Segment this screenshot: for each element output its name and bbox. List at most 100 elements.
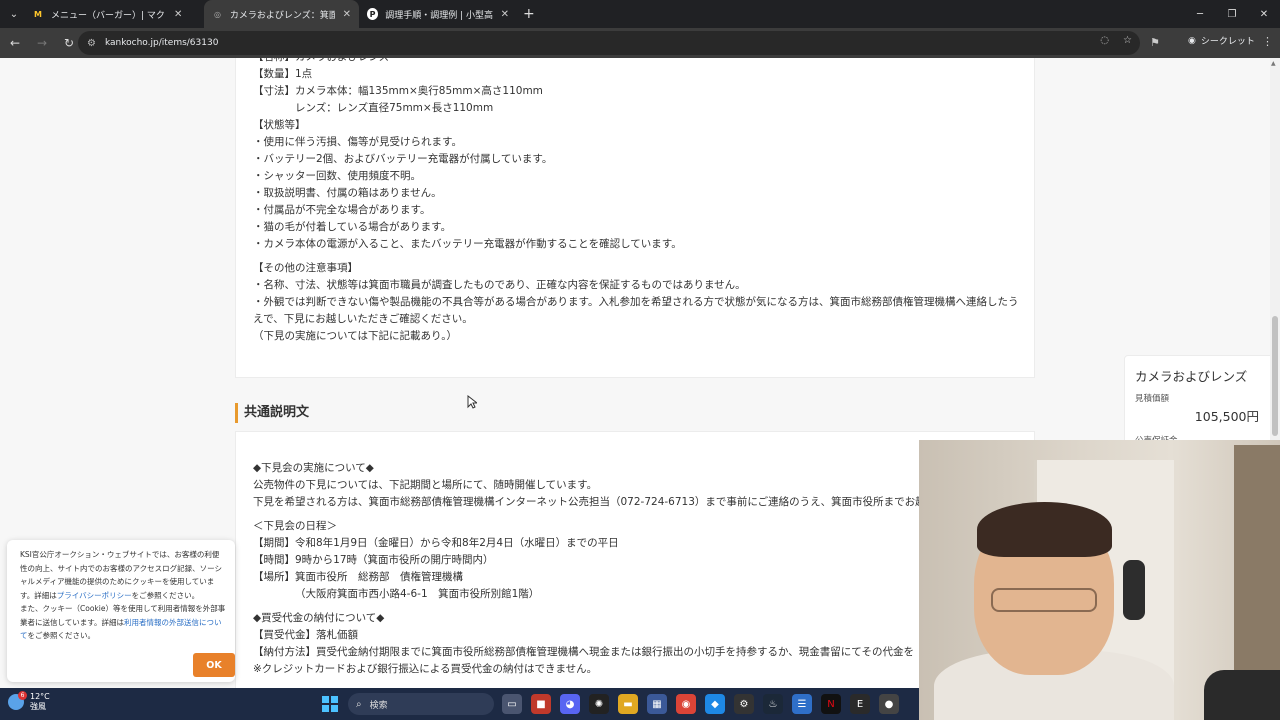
text-line: 【場所】箕面市役所 総務部 債権管理機構 [253,571,463,583]
minimize-icon[interactable]: ─ [1184,0,1216,28]
schedule-heading: ＜下見会の日程＞ [253,520,337,532]
notes-icon[interactable]: ☰ [792,694,812,714]
tab-kankocho[interactable]: ◎ カメラおよびレンズ：箕面市のインターネット公売 ✕ [204,0,359,28]
address-line: （大阪府箕面市西小路4-6-1 箕面市役所別館1階） [295,588,540,600]
text-line: 【納付方法】買受代金納付期限までに箕面市役所総務部債権管理機構へ現金または銀行振… [253,646,914,658]
restore-icon[interactable]: ❐ [1216,0,1248,28]
task-view-icon[interactable]: ▭ [502,694,522,714]
windows-start-icon[interactable] [322,696,338,712]
weather-condition: 強風 [30,702,46,711]
taskbar-search[interactable]: ⌕ 検索 [348,693,494,715]
chatgpt-icon[interactable]: ✺ [589,694,609,714]
detail-line: ・バッテリー2個、およびバッテリー充電器が付属しています。 [253,153,553,165]
text-line: 【買受代金】落札価額 [253,629,358,641]
close-icon[interactable]: ✕ [501,9,509,20]
headphones [1123,560,1145,620]
detail-line: ・外観では判断できない傷や製品機能の不具合等がある場合があります。入札参加を希望… [253,296,1019,325]
item-name: カメラおよびレンズ [1135,369,1248,384]
app-misc-icon[interactable]: ● [879,694,899,714]
app-blue-icon[interactable]: ◆ [705,694,725,714]
store-icon[interactable]: ▦ [647,694,667,714]
section-heading: 共通説明文 [235,403,309,423]
p-icon: P [367,8,379,20]
detail-line: （下見の実施については下記に記載あり。） [253,330,458,342]
taskbar: 6 12°C 強風 ⌕ 検索 ▭ ■ ◕ ✺ ▬ ▦ ◉ ◆ ⚙ ♨ ☰ N E… [0,688,919,720]
site-info-icon[interactable]: ⚙ [87,38,96,49]
new-tab-icon[interactable]: + [523,6,535,22]
detail-line: 【状態等】 [253,119,306,131]
text-line: 【時間】9時から17時（箕面市役所の開庁時間内） [253,554,494,566]
detail-line: 【寸法】カメラ本体：幅135mm×奥行85mm×高さ110mm [253,85,543,97]
estimate-value: 105,500円 [1194,409,1259,424]
eye-off-icon[interactable]: ◌ [1100,35,1109,46]
close-icon[interactable]: ✕ [343,9,351,20]
detail-line: ・付属品が不完全な場合があります。 [253,204,431,216]
menu-icon[interactable]: ⋮ [1262,35,1273,48]
globe-icon: ◎ [213,9,221,19]
incognito-label: シークレット [1200,37,1255,47]
detail-line: レンズ：レンズ直径75mm×長さ110mm [295,102,494,114]
address-bar: ← → ↻ ⚙ kankocho.jp/items/63130 ◌ ☆ [0,28,1280,58]
netflix-icon[interactable]: N [821,694,841,714]
ok-button[interactable]: OK [193,653,235,677]
payment-heading: ◆買受代金の納付について◆ [253,612,385,624]
detail-line: ・カメラ本体の電源が入ること、またバッテリー充電器が作動することを確認しています… [253,238,682,250]
incognito-indicator[interactable]: ◉ シークレット [1188,34,1255,48]
estimate-label: 見積価額 [1135,394,1170,404]
tab-search-icon[interactable]: ⌄ [4,4,24,24]
epic-games-icon[interactable]: E [850,694,870,714]
glasses [991,588,1097,612]
close-icon[interactable]: ✕ [174,9,182,20]
microphone [1204,670,1280,720]
tab-strip: ⌄ M メニュー（バーガー）| マクドナルド公式 ✕ ◎ カメラおよびレンズ：箕… [0,0,1280,28]
weather-icon: 6 [8,691,27,710]
discord-icon[interactable]: ◕ [560,694,580,714]
tab-cooking[interactable]: P 調理手順・調理例 | 小型高温高圧 ✕ [359,0,517,28]
incognito-icon: ◉ [1188,35,1196,46]
text-line: 【期間】令和8年1月9日（金曜日）から令和8年2月4日（水曜日）までの平日 [253,537,619,549]
back-icon[interactable]: ← [3,31,27,55]
text-line: 下見を希望される方は、箕面市総務部債権管理機構インターネット公売担当（072-7… [253,496,926,508]
tab-title: 調理手順・調理例 | 小型高温高圧 [385,10,493,21]
app-settings-icon[interactable]: ⚙ [734,694,754,714]
tab-title: メニュー（バーガー）| マクドナルド公式 [51,10,166,21]
notification-badge: 6 [18,691,27,700]
cookie-text-4: をご参照ください。 [27,631,96,640]
cookie-text-2: をご参照ください。 [131,590,200,600]
mouse-cursor-icon [467,395,477,409]
scrollbar-thumb[interactable] [1272,316,1278,436]
url-field[interactable]: ⚙ kankocho.jp/items/63130 ◌ ☆ [78,31,1140,55]
temperature: 12°C [30,692,50,701]
common-description-card: ◆下見会の実施について◆ 公売物件の下見については、下記期間と場所にて、随時開催… [235,431,1035,688]
close-window-icon[interactable]: ✕ [1248,0,1280,28]
tab-mcdonalds[interactable]: M メニュー（バーガー）| マクドナルド公式 ✕ [24,0,204,28]
detail-line: ・猫の毛が付着している場合があります。 [253,221,452,233]
forward-icon[interactable]: → [30,31,54,55]
detail-line: ・名称、寸法、状態等は箕面市職員が調査したものであり、正確な内容を保証するもので… [253,279,746,291]
steam-icon[interactable]: ♨ [763,694,783,714]
app-red-icon[interactable]: ■ [531,694,551,714]
detail-line: ・取扱説明書、付属の箱はありません。 [253,187,442,199]
mcdonalds-icon: M [34,9,42,19]
detail-line: 【名称】カメラおよびレンズ [253,58,1023,66]
person-hair [977,502,1112,557]
window-controls: ─ ❐ ✕ [1184,0,1280,28]
star-icon[interactable]: ☆ [1123,35,1132,46]
cookie-consent-banner: KSI官公庁オークション・ウェブサイトでは、お客様の利便性の向上、サイト内でのお… [7,540,235,682]
scroll-up-icon[interactable]: ▲ [1271,60,1276,67]
file-explorer-icon[interactable]: ▬ [618,694,638,714]
preview-heading: ◆下見会の実施について◆ [253,462,374,474]
item-details-card: 【名称】カメラおよびレンズ 【数量】1点 【寸法】カメラ本体：幅135mm×奥行… [235,58,1035,378]
extensions-icon[interactable]: ⚑ [1150,36,1160,49]
detail-line: 【その他の注意事項】 [253,262,358,274]
cookie-text: KSI官公庁オークション・ウェブサイトでは、お客様の利便性の向上、サイト内でのお… [20,548,226,643]
privacy-policy-link[interactable]: プライバシーポリシー [57,591,132,600]
detail-line: ・シャッター回数、使用頻度不明。 [253,170,421,182]
chrome-icon[interactable]: ◉ [676,694,696,714]
url-text: kankocho.jp/items/63130 [104,38,219,48]
search-label: 検索 [369,700,388,711]
detail-line: ・使用に伴う汚損、傷等が見受けられます。 [253,136,462,148]
weather-widget[interactable]: 6 12°C 強風 [8,691,50,712]
text-line: ※クレジットカードおよび銀行振込による買受代金の納付はできません。 [253,663,598,675]
text-line: 公売物件の下見については、下記期間と場所にて、随時開催しています。 [253,479,598,491]
